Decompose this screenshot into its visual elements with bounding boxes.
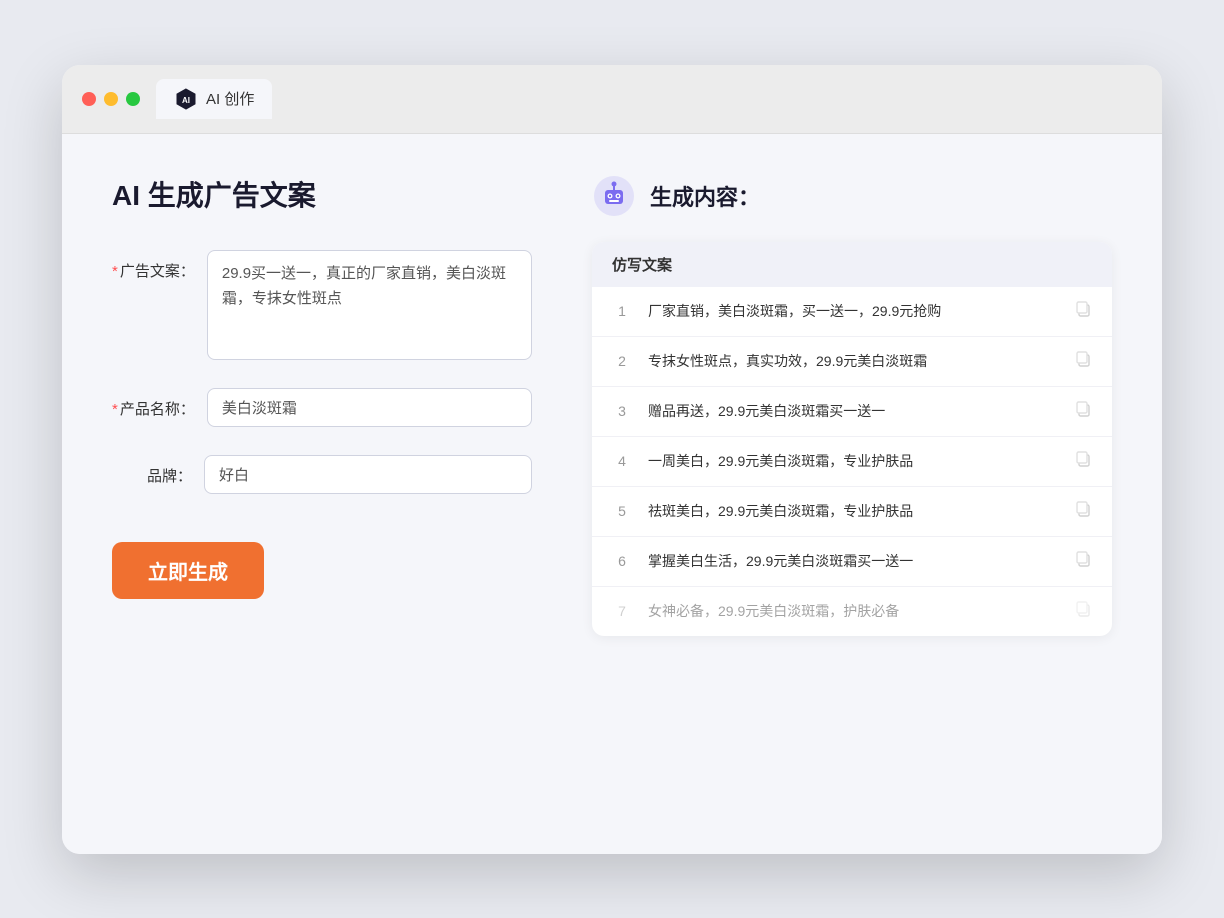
copy-icon[interactable] xyxy=(1074,600,1092,623)
copy-icon[interactable] xyxy=(1074,450,1092,473)
ad-copy-label: *广告文案： xyxy=(112,250,195,281)
close-button[interactable] xyxy=(82,92,96,106)
copy-icon[interactable] xyxy=(1074,400,1092,423)
brand-row: 品牌： xyxy=(112,455,532,494)
result-title: 生成内容： xyxy=(650,180,760,212)
row-text: 一周美白，29.9元美白淡斑霜，专业护肤品 xyxy=(648,451,1058,472)
ad-copy-input[interactable] xyxy=(207,250,532,360)
copy-icon[interactable] xyxy=(1074,300,1092,323)
copy-icon[interactable] xyxy=(1074,350,1092,373)
row-number: 3 xyxy=(612,403,632,419)
traffic-lights xyxy=(82,92,140,106)
page-title: AI 生成广告文案 xyxy=(112,174,532,214)
product-name-row: *产品名称： xyxy=(112,388,532,427)
robot-icon xyxy=(592,174,636,218)
product-required-mark: * xyxy=(112,401,118,418)
row-number: 6 xyxy=(612,553,632,569)
table-row: 5 祛斑美白，29.9元美白淡斑霜，专业护肤品 xyxy=(592,487,1112,537)
ai-tab[interactable]: AI AI 创作 xyxy=(156,79,272,119)
row-text: 赠品再送，29.9元美白淡斑霜买一送一 xyxy=(648,401,1058,422)
results-table: 仿写文案 1 厂家直销，美白淡斑霜，买一送一，29.9元抢购 2 专抹女性斑点，真实… xyxy=(592,242,1112,636)
right-panel: 生成内容： 仿写文案 1 厂家直销，美白淡斑霜，买一送一，29.9元抢购 2 专抹女… xyxy=(592,174,1112,814)
row-text: 专抹女性斑点，真实功效，29.9元美白淡斑霜 xyxy=(648,351,1058,372)
svg-text:AI: AI xyxy=(182,96,190,105)
row-number: 4 xyxy=(612,453,632,469)
brand-input[interactable] xyxy=(204,455,532,494)
table-row: 7 女神必备，29.9元美白淡斑霜，护肤必备 xyxy=(592,587,1112,636)
result-header: 生成内容： xyxy=(592,174,1112,218)
ai-tab-icon: AI xyxy=(174,87,198,111)
table-row: 3 赠品再送，29.9元美白淡斑霜买一送一 xyxy=(592,387,1112,437)
ad-copy-row: *广告文案： xyxy=(112,250,532,360)
table-row: 1 厂家直销，美白淡斑霜，买一送一，29.9元抢购 xyxy=(592,287,1112,337)
table-row: 2 专抹女性斑点，真实功效，29.9元美白淡斑霜 xyxy=(592,337,1112,387)
tab-label: AI 创作 xyxy=(206,88,254,109)
row-text: 祛斑美白，29.9元美白淡斑霜，专业护肤品 xyxy=(648,501,1058,522)
copy-icon[interactable] xyxy=(1074,500,1092,523)
generate-button[interactable]: 立即生成 xyxy=(112,542,264,599)
table-row: 6 掌握美白生活，29.9元美白淡斑霜买一送一 xyxy=(592,537,1112,587)
minimize-button[interactable] xyxy=(104,92,118,106)
product-name-label: *产品名称： xyxy=(112,388,195,419)
ad-required-mark: * xyxy=(112,263,118,280)
table-row: 4 一周美白，29.9元美白淡斑霜，专业护肤品 xyxy=(592,437,1112,487)
row-number: 1 xyxy=(612,303,632,319)
row-text: 掌握美白生活，29.9元美白淡斑霜买一送一 xyxy=(648,551,1058,572)
browser-window: AI AI 创作 AI 生成广告文案 *广告文案： *产品名称： xyxy=(62,65,1162,854)
content-area: AI 生成广告文案 *广告文案： *产品名称： 品牌： xyxy=(62,134,1162,854)
table-header: 仿写文案 xyxy=(592,242,1112,287)
title-bar: AI AI 创作 xyxy=(62,65,1162,134)
left-panel: AI 生成广告文案 *广告文案： *产品名称： 品牌： xyxy=(112,174,532,814)
product-name-input[interactable] xyxy=(207,388,532,427)
row-text: 厂家直销，美白淡斑霜，买一送一，29.9元抢购 xyxy=(648,301,1058,322)
row-number: 2 xyxy=(612,353,632,369)
row-number: 5 xyxy=(612,503,632,519)
maximize-button[interactable] xyxy=(126,92,140,106)
copy-icon[interactable] xyxy=(1074,550,1092,573)
row-number: 7 xyxy=(612,603,632,619)
row-text: 女神必备，29.9元美白淡斑霜，护肤必备 xyxy=(648,601,1058,622)
brand-label: 品牌： xyxy=(112,455,192,486)
